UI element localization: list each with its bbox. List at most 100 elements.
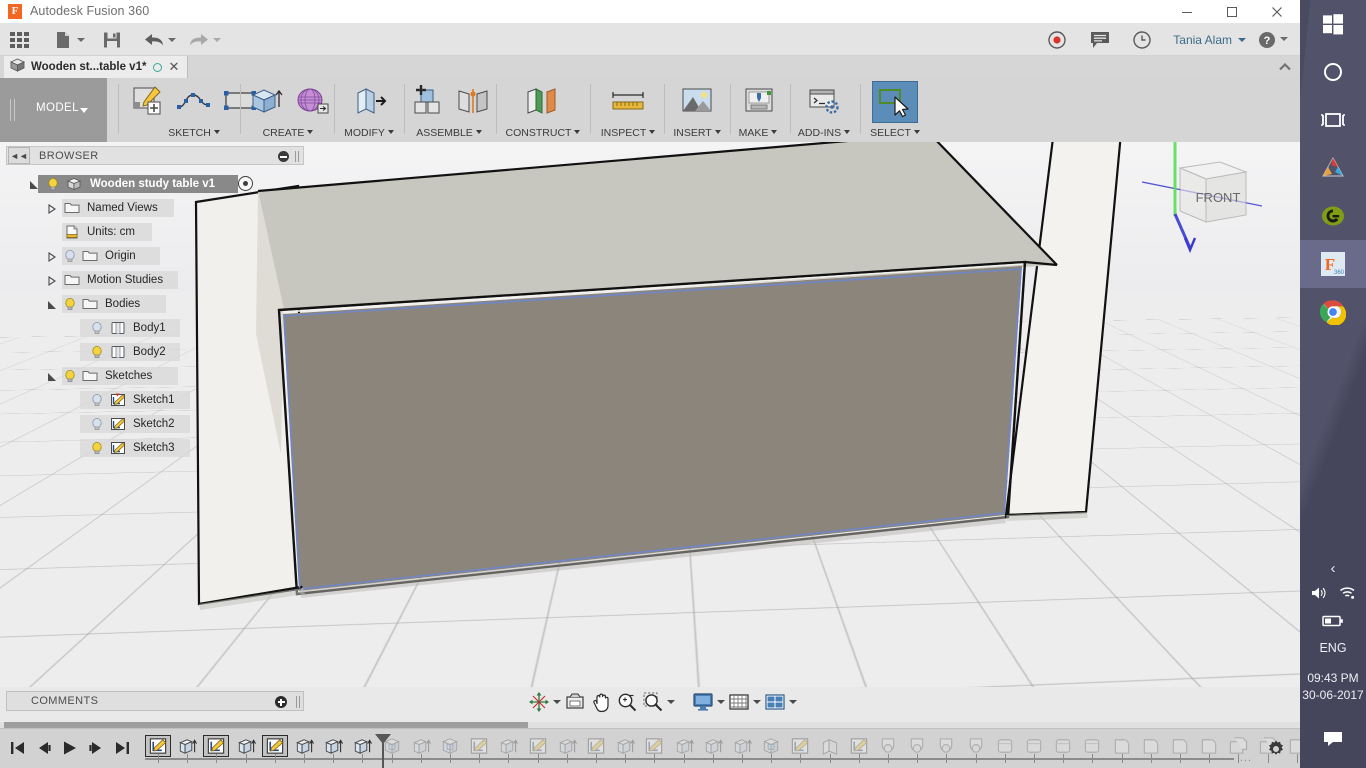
browser-item-body2[interactable]: Body2	[6, 340, 298, 364]
undo-icon[interactable]	[143, 23, 179, 56]
visibility-bulb-icon[interactable]	[90, 321, 104, 335]
autodesk-icon[interactable]	[1300, 144, 1366, 192]
ribbon-group-label-inspect[interactable]: INSPECT	[592, 127, 664, 139]
redo-caret-icon[interactable]	[213, 38, 221, 42]
ribbon-group-label-create[interactable]: CREATE	[240, 127, 336, 139]
expand-arrow-icon[interactable]	[46, 202, 58, 215]
select-icon[interactable]	[872, 81, 918, 123]
ribbon-group-label-make[interactable]: MAKE	[728, 127, 788, 139]
table-leg-right[interactable]	[1004, 142, 1122, 517]
go-to-end-icon[interactable]	[110, 735, 134, 761]
collapse-arrow-icon[interactable]	[46, 298, 58, 310]
insert-image-icon[interactable]	[675, 81, 719, 121]
undo-caret-icon[interactable]	[168, 38, 176, 42]
new-document-caret-icon[interactable]	[77, 38, 85, 42]
visibility-bulb-icon[interactable]	[90, 345, 104, 359]
collapse-left-icon[interactable]: ◄◄	[8, 147, 30, 164]
visibility-bulb-icon[interactable]	[90, 441, 104, 455]
browser-item-sketch2[interactable]: Sketch2	[6, 412, 298, 436]
scripts-addins-icon[interactable]	[802, 81, 846, 121]
help-menu[interactable]: ?	[1258, 31, 1288, 49]
chat-icon[interactable]	[1090, 23, 1112, 56]
fusion360-icon[interactable]: F 360	[1300, 240, 1366, 288]
redo-icon[interactable]	[188, 23, 224, 56]
browser-item-named-views[interactable]: Named Views	[6, 196, 298, 220]
browser-item-motion-studies[interactable]: Motion Studies	[6, 268, 298, 292]
ribbon-group-label-modify[interactable]: MODIFY	[336, 127, 402, 139]
tabletop-front-face[interactable]	[283, 266, 1022, 591]
browser-item-sketch3[interactable]: Sketch3	[6, 436, 298, 460]
browser-item-origin[interactable]: Origin	[6, 244, 298, 268]
ribbon-group-label-insert[interactable]: INSERT	[664, 127, 730, 139]
viewports-caret-icon[interactable]	[788, 689, 798, 714]
offset-plane-icon[interactable]	[520, 81, 564, 121]
expand-arrow-icon[interactable]	[46, 274, 58, 287]
ribbon-group-label-select[interactable]: SELECT	[862, 127, 928, 139]
look-at-icon[interactable]	[562, 689, 588, 714]
joint-icon[interactable]	[451, 81, 495, 121]
go-to-beginning-icon[interactable]	[6, 735, 30, 761]
viewports-icon[interactable]	[762, 689, 788, 714]
save-icon[interactable]	[102, 23, 128, 56]
press-pull-icon[interactable]	[348, 81, 392, 121]
start-button-icon[interactable]	[1300, 0, 1366, 48]
user-account-menu[interactable]: Tania Alam	[1173, 33, 1246, 47]
action-center-icon[interactable]	[1300, 716, 1366, 762]
wifi-icon[interactable]	[1338, 585, 1356, 606]
view-cube[interactable]: FRONT	[1141, 142, 1263, 254]
spline-icon[interactable]	[172, 81, 216, 121]
visibility-bulb-icon[interactable]	[63, 369, 77, 383]
visibility-bulb-icon[interactable]	[46, 177, 60, 191]
play-icon[interactable]	[58, 735, 82, 761]
orbit-caret-icon[interactable]	[552, 689, 562, 714]
step-back-icon[interactable]	[32, 735, 56, 761]
orbit-icon[interactable]	[526, 689, 552, 714]
visibility-bulb-icon[interactable]	[90, 393, 104, 407]
show-hidden-icons-icon[interactable]: ‹	[1300, 556, 1366, 582]
panel-grip-icon[interactable]	[296, 696, 300, 708]
new-component-icon[interactable]	[405, 81, 449, 121]
ribbon-group-label-addins[interactable]: ADD-INS	[790, 127, 858, 139]
minimize-button[interactable]	[1164, 0, 1209, 23]
grammarly-icon[interactable]	[1300, 192, 1366, 240]
step-forward-icon[interactable]	[84, 735, 108, 761]
chrome-icon[interactable]	[1300, 288, 1366, 336]
extrude-icon[interactable]	[244, 81, 288, 121]
grid-snaps-caret-icon[interactable]	[752, 689, 762, 714]
task-view-icon[interactable]	[1300, 96, 1366, 144]
root-target-icon[interactable]	[238, 176, 253, 191]
zoom-icon[interactable]	[614, 689, 640, 714]
document-tab[interactable]: Wooden st...table v1* ✕	[4, 56, 189, 78]
display-settings-caret-icon[interactable]	[716, 689, 726, 714]
create-sketch-icon[interactable]	[126, 81, 170, 121]
expand-arrow-icon[interactable]	[28, 178, 40, 190]
browser-item-units[interactable]: Units: cm	[6, 220, 298, 244]
clock[interactable]: 09:43 PM 30-06-2017	[1300, 670, 1366, 704]
maximize-button[interactable]	[1209, 0, 1254, 23]
browser-item-body1[interactable]: Body1	[6, 316, 298, 340]
browser-item-sketch1[interactable]: Sketch1	[6, 388, 298, 412]
collapse-arrow-icon[interactable]	[46, 370, 58, 382]
collapse-panel-icon[interactable]	[278, 151, 289, 162]
volume-icon[interactable]	[1310, 585, 1328, 606]
zoom-window-icon[interactable]	[640, 689, 666, 714]
ribbon-group-label-assemble[interactable]: ASSEMBLE	[404, 127, 494, 139]
browser-root-node[interactable]: Wooden study table v1	[6, 172, 298, 196]
expand-arrow-icon[interactable]	[46, 250, 58, 263]
screen-record-icon[interactable]	[1048, 23, 1068, 56]
panel-grip-icon[interactable]	[295, 151, 299, 162]
timeline-settings-icon[interactable]	[1266, 739, 1286, 759]
timeline-marker-icon[interactable]	[374, 734, 391, 768]
visibility-bulb-icon[interactable]	[63, 249, 77, 263]
close-button[interactable]	[1254, 0, 1299, 23]
cortana-search-icon[interactable]	[1300, 48, 1366, 96]
app-grid-icon[interactable]	[9, 23, 31, 56]
revolve-icon[interactable]	[290, 81, 334, 121]
grid-snaps-icon[interactable]	[726, 689, 752, 714]
browser-item-bodies[interactable]: Bodies	[6, 292, 298, 316]
new-document-icon[interactable]	[53, 23, 89, 56]
visibility-bulb-icon[interactable]	[90, 417, 104, 431]
job-status-clock-icon[interactable]	[1133, 23, 1153, 56]
zoom-window-caret-icon[interactable]	[666, 689, 676, 714]
browser-item-sketches[interactable]: Sketches	[6, 364, 298, 388]
